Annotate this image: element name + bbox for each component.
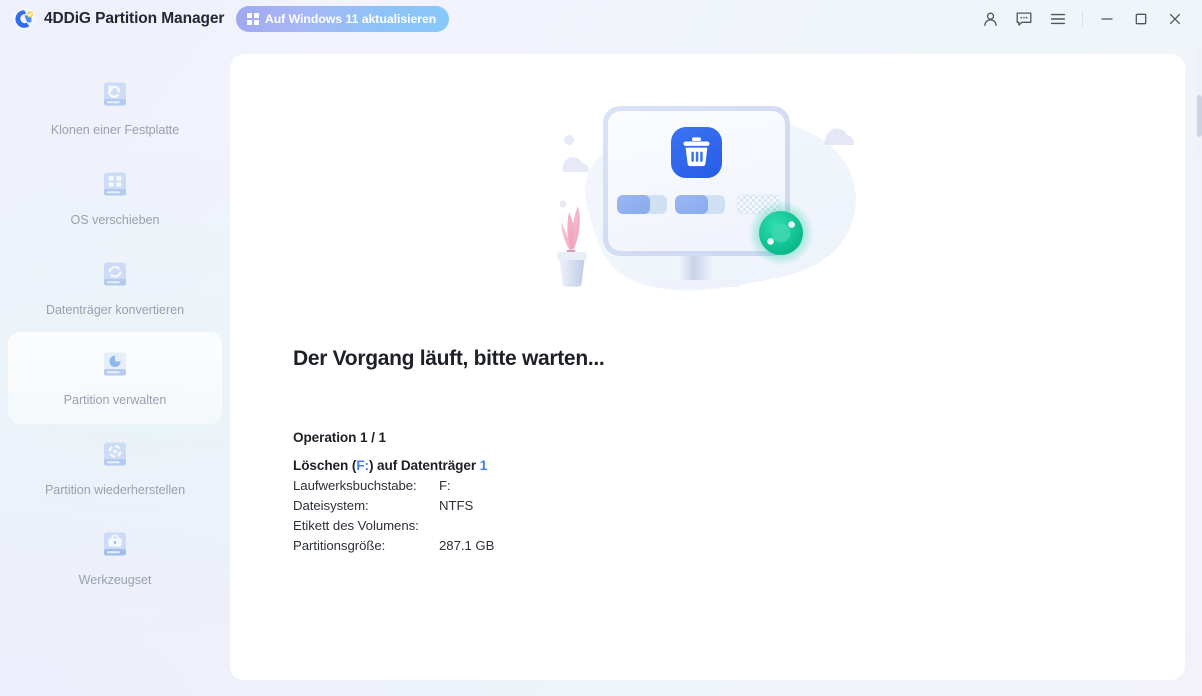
cloud-icon <box>559 135 590 208</box>
partition-bar-2 <box>675 195 725 214</box>
feedback-icon[interactable] <box>1007 0 1041 38</box>
page-title: Der Vorgang läuft, bitte warten... <box>293 347 605 370</box>
detail-value: F: <box>439 478 451 493</box>
detail-value: 287.1 GB <box>439 538 495 553</box>
main-panel: Der Vorgang läuft, bitte warten... Opera… <box>230 54 1185 680</box>
sidebar-item-label: Datenträger konvertieren <box>45 303 185 317</box>
detail-row: Etikett des Volumens: <box>293 518 604 533</box>
deleting-partition-illustration <box>557 106 856 291</box>
upgrade-to-windows11-button[interactable]: Auf Windows 11 aktualisieren <box>236 6 450 32</box>
scrollbar-thumb[interactable] <box>1197 95 1202 137</box>
potted-plant-icon <box>557 206 587 287</box>
upgrade-button-label: Auf Windows 11 aktualisieren <box>264 12 437 26</box>
operation-counter: Operation 1 / 1 <box>293 430 386 445</box>
sidebar-item-toolkit[interactable]: Werkzeugset <box>8 512 222 604</box>
sidebar-item-clone-disk[interactable]: Klonen einer Festplatte <box>8 62 222 154</box>
recover-partition-icon <box>104 442 126 466</box>
cloud-icon <box>824 128 855 145</box>
toolkit-icon <box>104 532 126 556</box>
menu-icon[interactable] <box>1041 0 1075 38</box>
detail-label: Etikett des Volumens: <box>293 518 419 533</box>
manage-partition-icon <box>104 352 126 376</box>
controls-divider <box>1082 11 1083 27</box>
scrollbar-track[interactable] <box>1196 46 1202 696</box>
detail-row: Partitionsgröße: 287.1 GB <box>293 538 604 553</box>
operation-title-prefix: Löschen ( <box>293 458 357 473</box>
sidebar-item-label: Werkzeugset <box>78 573 152 587</box>
operation-drive-letter: F: <box>356 458 369 473</box>
sidebar-item-label: Partition verwalten <box>63 393 167 407</box>
sidebar-item-convert-disk[interactable]: Datenträger konvertieren <box>8 242 222 334</box>
window-controls <box>973 0 1202 38</box>
sidebar-item-label: OS verschieben <box>70 213 160 227</box>
minimize-button[interactable] <box>1090 0 1124 38</box>
app-title: 4DDiG Partition Manager <box>44 10 225 27</box>
account-icon[interactable] <box>973 0 1007 38</box>
detail-row: Dateisystem: NTFS <box>293 498 604 513</box>
green-loading-spinner-icon <box>748 200 814 266</box>
sidebar-item-recover-partition[interactable]: Partition wiederherstellen <box>8 422 222 514</box>
monitor-base <box>651 280 741 287</box>
detail-label: Dateisystem: <box>293 498 369 513</box>
operation-title: Löschen (F:) auf Datenträger 1 <box>293 458 604 473</box>
4ddig-logo-icon <box>12 7 36 31</box>
title-bar: 4DDiG Partition Manager Auf Windows 11 a… <box>0 0 1202 38</box>
app-window: 4DDiG Partition Manager Auf Windows 11 a… <box>0 0 1202 696</box>
sidebar: Klonen einer Festplatte OS verschieben D… <box>0 38 230 696</box>
detail-row: Laufwerksbuchstabe: F: <box>293 478 604 493</box>
operation-disk-number: 1 <box>479 458 488 473</box>
maximize-button[interactable] <box>1124 0 1158 38</box>
detail-label: Partitionsgröße: <box>293 538 386 553</box>
clone-disk-icon <box>104 82 126 106</box>
detail-label: Laufwerksbuchstabe: <box>293 478 417 493</box>
migrate-os-icon <box>104 172 126 196</box>
sidebar-item-label: Klonen einer Festplatte <box>50 123 180 137</box>
sidebar-item-manage-partition[interactable]: Partition verwalten <box>8 332 222 424</box>
detail-value: NTFS <box>439 498 474 513</box>
operation-title-middle: ) auf Datenträger <box>368 458 480 473</box>
partition-bar-1 <box>617 195 667 214</box>
windows-logo-icon <box>247 13 259 25</box>
close-button[interactable] <box>1158 0 1192 38</box>
progress-content: Der Vorgang läuft, bitte warten... Opera… <box>293 347 605 553</box>
trash-bin-icon <box>671 127 722 178</box>
sidebar-item-label: Partition wiederherstellen <box>44 483 186 497</box>
convert-disk-icon <box>104 262 126 286</box>
sidebar-item-migrate-os[interactable]: OS verschieben <box>8 152 222 244</box>
